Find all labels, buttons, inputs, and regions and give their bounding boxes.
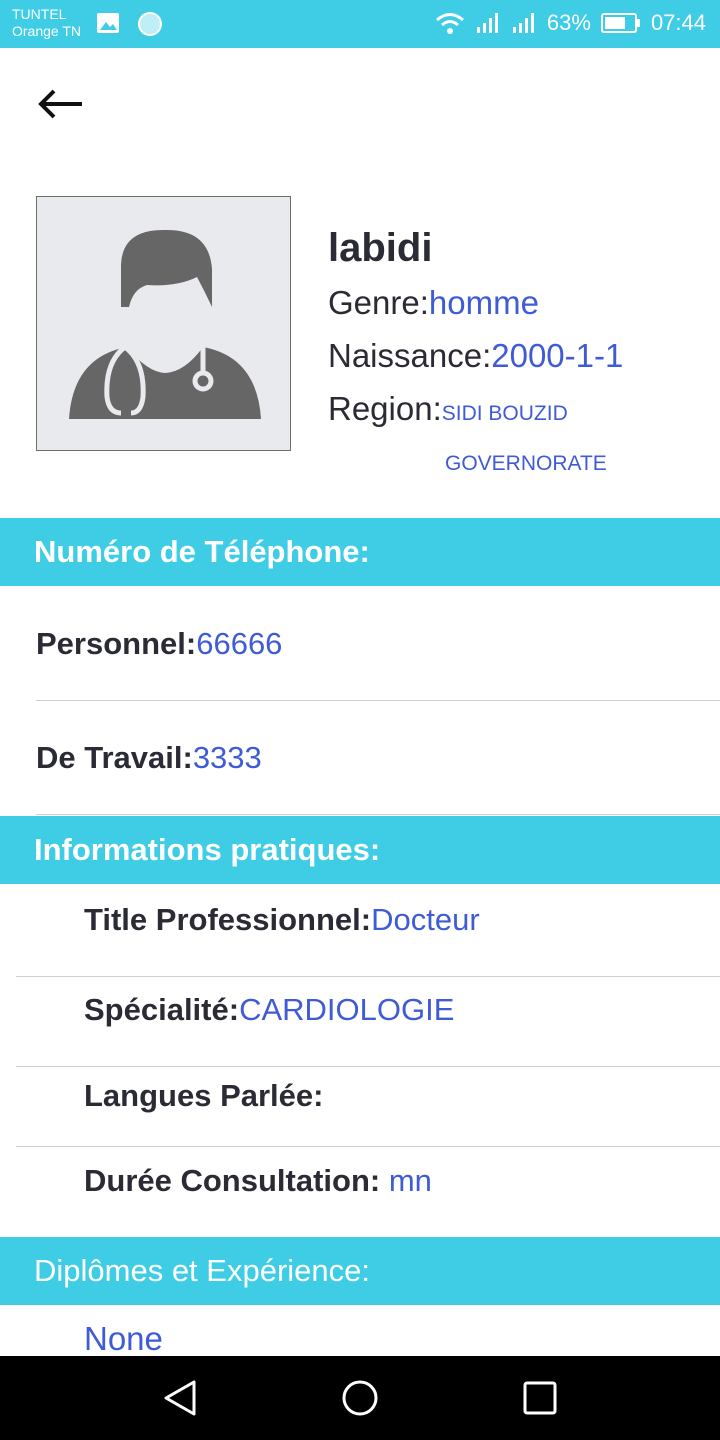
birth-label: Naissance:	[328, 337, 492, 374]
battery-percent: 63%	[546, 10, 591, 35]
region-value: SIDI BOUZID	[441, 402, 568, 425]
status-right: 63% 07:44	[435, 10, 706, 36]
duration-label: Durée Consultation:	[84, 1163, 381, 1198]
languages-label: Langues Parlée:	[84, 1078, 324, 1113]
personal-phone-value[interactable]: 66666	[196, 626, 282, 661]
genre-value: homme	[428, 284, 539, 321]
carrier-line2: Orange TN	[12, 23, 81, 39]
divider	[16, 976, 720, 977]
battery-icon	[600, 13, 640, 33]
region-row: Region:SIDI BOUZID	[328, 390, 568, 428]
birth-row: Naissance:2000-1-1	[328, 337, 623, 375]
signal-icon	[476, 13, 498, 33]
avatar	[36, 196, 291, 451]
specialty-value: CARDIOLOGIE	[239, 992, 455, 1027]
carrier-line1: TUNTEL	[12, 6, 67, 22]
genre-row: Genre:homme	[328, 284, 539, 322]
image-icon	[97, 13, 119, 33]
divider	[16, 1066, 720, 1067]
languages-row: Langues Parlée:	[84, 1078, 323, 1114]
nav-home-icon[interactable]	[336, 1374, 384, 1422]
work-phone-row: De Travail:3333	[36, 740, 262, 776]
practical-section-header: Informations pratiques:	[0, 816, 720, 884]
region-value-line2: GOVERNORATE	[445, 452, 607, 475]
divider	[36, 814, 720, 815]
doctor-name: labidi	[328, 226, 433, 270]
diploma-section-header: Diplômes et Expérience:	[0, 1237, 720, 1305]
duration-row: Durée Consultation: mn	[84, 1163, 432, 1199]
personal-phone-label: Personnel:	[36, 626, 197, 661]
phone-section-header: Numéro de Téléphone:	[0, 518, 720, 586]
nav-back-icon[interactable]	[156, 1374, 204, 1422]
wifi-icon	[435, 13, 464, 34]
carrier-info: TUNTEL Orange TN	[12, 6, 81, 40]
nav-recents-icon[interactable]	[516, 1374, 564, 1422]
personal-phone-row: Personnel:66666	[36, 626, 282, 662]
specialty-label: Spécialité:	[84, 992, 240, 1027]
specialty-row: Spécialité:CARDIOLOGIE	[84, 992, 454, 1028]
professional-title-row: Title Professionnel:Docteur	[84, 902, 480, 938]
divider	[16, 1146, 720, 1147]
birth-value: 2000-1-1	[491, 337, 624, 374]
status-bar: TUNTEL Orange TN 63% 07:44	[0, 0, 720, 48]
genre-label: Genre:	[328, 284, 429, 321]
circle-indicator-icon	[138, 12, 162, 36]
duration-value: mn	[380, 1163, 432, 1198]
signal-icon-2	[512, 13, 534, 33]
divider	[36, 700, 720, 701]
professional-title-label: Title Professionnel:	[84, 902, 372, 937]
diploma-value: None	[84, 1320, 163, 1357]
region-label: Region:	[328, 390, 442, 427]
professional-title-value: Docteur	[371, 902, 480, 937]
doctor-avatar-icon	[69, 229, 261, 419]
work-phone-label: De Travail:	[36, 740, 193, 775]
clock: 07:44	[650, 10, 706, 35]
system-nav-bar	[0, 1356, 720, 1440]
work-phone-value[interactable]: 3333	[193, 740, 262, 775]
back-arrow-icon[interactable]	[36, 82, 86, 126]
